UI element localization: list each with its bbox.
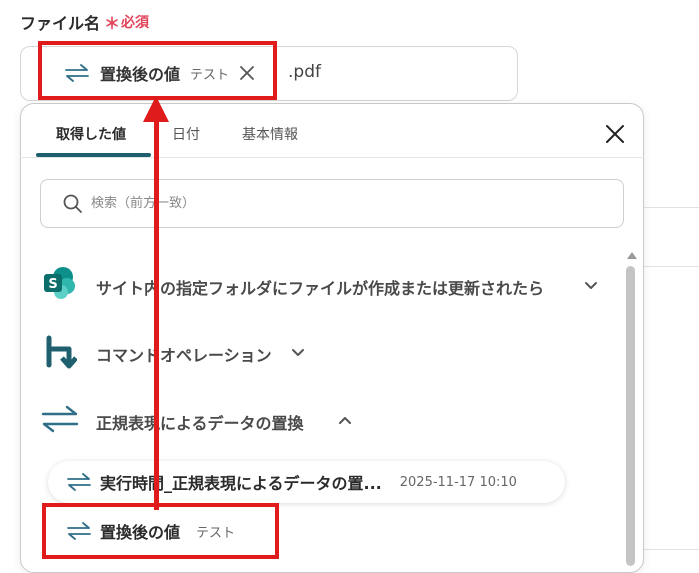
swap-arrows-icon xyxy=(67,473,91,491)
item-value: 2025-11-17 10:10 xyxy=(399,474,517,490)
search-icon xyxy=(63,194,82,213)
search-input[interactable] xyxy=(89,195,573,212)
background-divider xyxy=(644,207,699,208)
svg-text:S: S xyxy=(48,277,57,292)
chevron-down-icon[interactable] xyxy=(291,348,305,358)
tab-basic-info[interactable]: 基本情報 xyxy=(242,124,298,144)
active-tab-indicator xyxy=(36,153,151,157)
search-box[interactable] xyxy=(40,179,624,228)
required-label: 必須 xyxy=(121,15,149,31)
background-divider xyxy=(644,266,699,267)
list-item-execution-time[interactable]: 実行時間_正規表現によるデータの置... 2025-11-17 10:10 xyxy=(48,461,565,503)
sharepoint-icon: S xyxy=(44,267,75,299)
swap-arrows-icon xyxy=(41,405,79,433)
background-divider xyxy=(644,549,699,550)
annotation-highlight-box xyxy=(38,41,277,100)
required-star: ＊ xyxy=(104,14,121,33)
chevron-down-icon[interactable] xyxy=(584,281,598,291)
annotation-arrow-head xyxy=(143,96,169,122)
annotation-arrow-shaft xyxy=(154,118,159,510)
close-icon[interactable] xyxy=(604,123,626,145)
section-label-command[interactable]: コマンドオペレーション xyxy=(96,342,272,366)
annotation-highlight-box xyxy=(42,503,279,559)
chevron-up-icon[interactable] xyxy=(338,415,352,425)
scrollbar-thumb[interactable] xyxy=(626,266,635,566)
section-label-sharepoint[interactable]: サイト内の指定フォルダにファイルが作成または更新されたら xyxy=(96,275,544,299)
section-label-regex[interactable]: 正規表現によるデータの置換 xyxy=(96,410,304,434)
field-label: ファイル名 xyxy=(20,14,101,33)
command-operation-icon xyxy=(46,335,77,369)
tab-acquired-values[interactable]: 取得した値 xyxy=(56,124,126,144)
item-label: 実行時間_正規表現によるデータの置... xyxy=(100,474,382,493)
scroll-up-arrow[interactable] xyxy=(627,252,637,259)
tab-date[interactable]: 日付 xyxy=(172,124,200,144)
tabs-divider xyxy=(20,157,644,158)
file-extension-text: .pdf xyxy=(288,62,321,82)
